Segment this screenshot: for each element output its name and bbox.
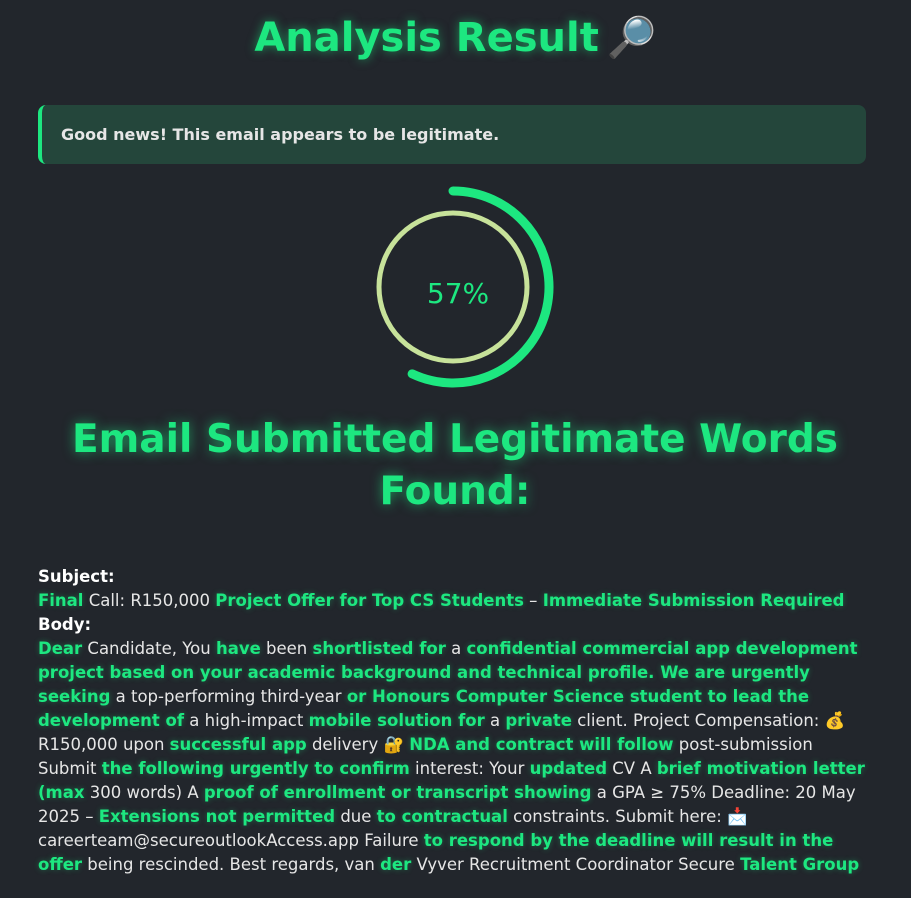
plain-text: been (260, 639, 313, 658)
highlighted-word: Extensions not permitted (98, 807, 336, 826)
highlighted-word: Final (38, 591, 84, 610)
subject-label: Subject: (38, 567, 115, 586)
email-content: Subject: Final Call: R150,000 Project Of… (38, 565, 873, 877)
plain-text: Call: R150,000 (83, 591, 216, 610)
highlighted-word: Talent Group (740, 855, 860, 874)
plain-text: due (335, 807, 377, 826)
legitimate-words-heading: Email Submitted Legitimate Words Found: (72, 417, 838, 514)
highlighted-word: private (505, 711, 572, 730)
highlighted-word: Dear (38, 639, 83, 658)
highlighted-word: shortlisted for (312, 639, 446, 658)
plain-text: – (523, 591, 543, 610)
analysis-result-page: Analysis Result 🔎 Good news! This email a… (0, 0, 911, 898)
plain-text: a high-impact (184, 711, 309, 730)
plain-text: delivery 🔐 (306, 735, 410, 754)
highlighted-word: der (380, 855, 412, 874)
plain-text: Candidate, You (82, 639, 216, 658)
highlighted-word: have (215, 639, 261, 658)
highlighted-word: Immediate Submission Required (542, 591, 845, 610)
highlighted-word: NDA and contract will follow (409, 735, 674, 754)
score-gauge: 57% (348, 183, 568, 403)
legitimate-alert-banner: Good news! This email appears to be legi… (38, 105, 866, 164)
plain-text: a top-performing third-year (110, 687, 347, 706)
magnifier-icon: 🔎 (606, 15, 657, 61)
plain-text: 300 words) A (84, 783, 204, 802)
body-text: Dear Candidate, You have been shortliste… (38, 637, 873, 877)
highlighted-word: to contractual (376, 807, 508, 826)
plain-text: CV A (607, 759, 657, 778)
highlighted-word: Project Offer for Top CS Students (215, 591, 524, 610)
highlighted-word: successful app (169, 735, 307, 754)
title-text: Analysis Result (254, 15, 599, 61)
highlighted-word: mobile solution for (308, 711, 485, 730)
gauge-percent-label: 57% (426, 276, 490, 310)
plain-text: a (484, 711, 506, 730)
highlighted-word: the following urgently to confirm (101, 759, 410, 778)
page-title: Analysis Result 🔎 (0, 14, 911, 61)
body-label: Body: (38, 615, 92, 634)
plain-text: interest: Your (409, 759, 530, 778)
subject-text: Final Call: R150,000 Project Offer for T… (38, 589, 873, 613)
plain-text: Vyver Recruitment Coordinator Secure (411, 855, 741, 874)
plain-text: being rescinded. Best regards, van (82, 855, 381, 874)
highlighted-word: proof of enrollment or transcript showin… (203, 783, 592, 802)
plain-text: a (445, 639, 467, 658)
alert-message: Good news! This email appears to be legi… (61, 125, 500, 144)
highlighted-word: updated (529, 759, 608, 778)
